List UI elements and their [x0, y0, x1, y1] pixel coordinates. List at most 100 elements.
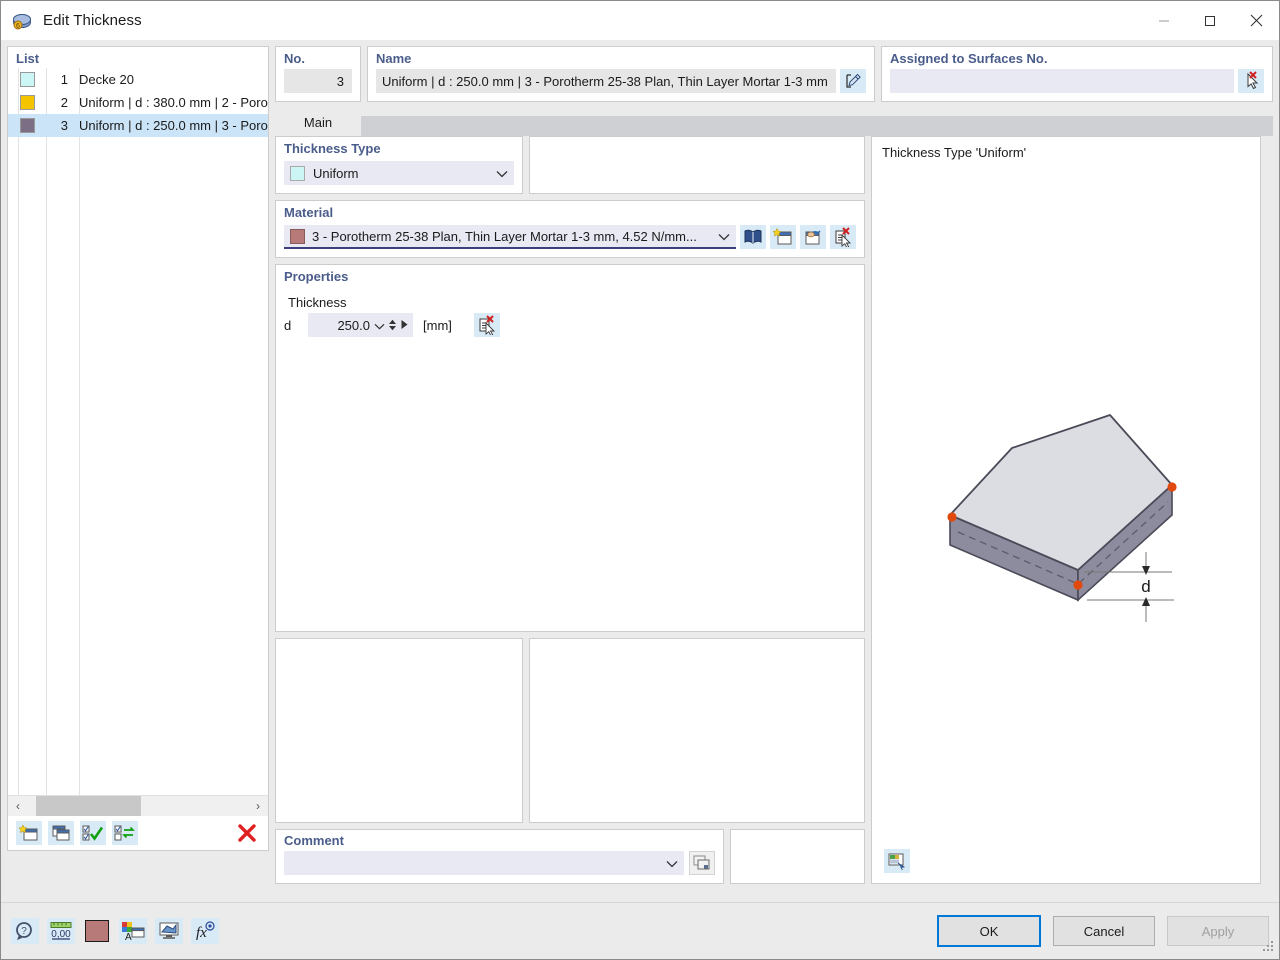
list-body[interactable]: 1 Decke 20 2 Uniform | d : 380.0 mm | 2 … [8, 68, 268, 795]
resize-grip[interactable] [1263, 941, 1275, 956]
scrollbar-thumb[interactable] [36, 796, 141, 816]
edit-pencil-icon[interactable] [840, 69, 866, 93]
thickness-sub-label: Thickness [288, 295, 347, 310]
ok-button[interactable]: OK [937, 915, 1041, 947]
assigned-label: Assigned to Surfaces No. [890, 51, 1048, 66]
footer-bar: ? 0,00 A fx OK Cancel Apply [1, 902, 1279, 959]
visual-button[interactable] [155, 918, 183, 944]
list-toolbar [8, 816, 268, 850]
footer-icon-group: ? 0,00 A fx [11, 918, 219, 944]
dialog-body: List 1 Decke 20 2 Uniform | d: 380.0 mm… [1, 40, 1279, 902]
list-item-number: 1 [60, 72, 68, 87]
chevron-down-icon[interactable] [496, 166, 508, 181]
delete-thickness-button[interactable] [234, 821, 260, 845]
new-thickness-button[interactable] [16, 821, 42, 845]
dialog-button-group: OK Cancel Apply [937, 915, 1269, 947]
assigned-surfaces-input[interactable] [890, 69, 1234, 93]
comment-label: Comment [284, 833, 344, 848]
chevron-down-icon[interactable] [374, 318, 385, 333]
comment-input[interactable] [284, 851, 684, 875]
name-input[interactable]: Uniform | d : 250.0 mm | 3 - Porotherm 2… [376, 69, 836, 93]
svg-text:0,00: 0,00 [51, 929, 71, 940]
comment-input-row [284, 851, 715, 875]
preview-canvas[interactable]: d [872, 160, 1260, 839]
edit-thickness-dialog: 6 Edit Thickness List 1 Decke 20 2 Unifo… [0, 0, 1280, 960]
color-swatch [20, 72, 35, 87]
right-column: No. 3 Name Uniform | d : 250.0 mm | 3 - … [275, 46, 1273, 884]
display-properties-button[interactable]: A [119, 918, 147, 944]
color-swatch [20, 118, 35, 133]
chevron-down-icon[interactable] [718, 229, 730, 244]
list-horizontal-scrollbar[interactable]: ‹ › [8, 795, 268, 816]
preview-caption: Thickness Type 'Uniform' [882, 145, 1027, 160]
material-value: 3 - Porotherm 25-38 Plan, Thin Layer Mor… [312, 228, 697, 244]
thickness-unit: [mm] [423, 317, 452, 333]
function-button[interactable]: fx [191, 918, 219, 944]
left-content: Thickness Type Uniform Material 3 - Poro… [275, 136, 865, 884]
edit-material-button[interactable] [800, 225, 826, 249]
thickness-info-button[interactable] [473, 313, 500, 337]
material-info-button[interactable] [830, 225, 856, 249]
play-arrow-icon[interactable] [400, 318, 409, 333]
cancel-button[interactable]: Cancel [1053, 916, 1155, 946]
spinner-arrows[interactable] [388, 319, 397, 331]
units-button[interactable]: 0,00 [47, 918, 75, 944]
assigned-field-group: Assigned to Surfaces No. [881, 46, 1273, 102]
select-all-button[interactable] [80, 821, 106, 845]
list-item[interactable]: 2 Uniform | d : 380.0 mm | 2 - Porothe [8, 91, 268, 114]
thickness-type-label: Thickness Type [284, 141, 381, 156]
chevron-down-icon[interactable] [666, 856, 678, 871]
tab-main-label: Main [303, 114, 333, 130]
comment-copy-button[interactable] [689, 851, 715, 875]
tab-main[interactable]: Main [275, 108, 361, 136]
help-button[interactable]: ? [11, 918, 39, 944]
thickness-type-group: Thickness Type Uniform [275, 136, 523, 194]
blank-panel-right [529, 638, 865, 823]
list-item-number: 3 [60, 118, 68, 133]
close-button[interactable] [1233, 2, 1279, 40]
title-bar: 6 Edit Thickness [1, 1, 1279, 40]
properties-label: Properties [284, 269, 349, 284]
preview-panel: Thickness Type 'Uniform' d [871, 136, 1261, 884]
header-row: No. 3 Name Uniform | d : 250.0 mm | 3 - … [275, 46, 1273, 102]
thickness-value: 250.0 [337, 317, 370, 333]
slab-illustration: d [947, 414, 1177, 622]
material-label: Material [284, 205, 334, 220]
material-group: Material 3 - Porotherm 25-38 Plan, Thin … [275, 200, 865, 258]
window-title: Edit Thickness [43, 12, 142, 29]
material-select[interactable]: 3 - Porotherm 25-38 Plan, Thin Layer Mor… [284, 225, 736, 249]
svg-text:6: 6 [16, 23, 20, 30]
scroll-left-arrow[interactable]: ‹ [8, 799, 28, 813]
color-swatch [85, 920, 109, 942]
dimension-label-d: d [1141, 577, 1150, 596]
copy-thickness-button[interactable] [48, 821, 74, 845]
material-library-button[interactable] [740, 225, 766, 249]
maximize-button[interactable] [1187, 2, 1233, 40]
assigned-row [890, 69, 1264, 93]
comment-side-panel [730, 829, 865, 884]
top-row: List 1 Decke 20 2 Uniform | d: 380.0 mm… [1, 40, 1279, 884]
thickness-type-blank-panel [529, 136, 865, 194]
svg-text:fx: fx [196, 925, 207, 941]
list-item[interactable]: 1 Decke 20 [8, 68, 268, 91]
name-field-group: Name Uniform | d : 250.0 mm | 3 - Poroth… [367, 46, 875, 102]
minimize-button[interactable] [1141, 2, 1187, 40]
thickness-type-row: Thickness Type Uniform [275, 136, 865, 194]
pick-cursor-red-x-icon[interactable] [1238, 69, 1264, 93]
thickness-type-value: Uniform [313, 165, 359, 181]
apply-button: Apply [1167, 916, 1269, 946]
scroll-right-arrow[interactable]: › [248, 799, 268, 813]
thickness-input-row: d 250.0 [mm] [284, 313, 856, 337]
new-material-button[interactable] [770, 225, 796, 249]
scrollbar-track[interactable] [28, 796, 248, 816]
comment-group: Comment [275, 829, 724, 884]
image-export-button[interactable] [884, 849, 910, 873]
list-item[interactable]: 3 Uniform | d : 250.0 mm | 3 - Porothe [8, 114, 268, 137]
color-button[interactable] [83, 918, 111, 944]
material-swatch [290, 228, 305, 244]
thickness-value-spinner[interactable]: 250.0 [308, 313, 413, 337]
thickness-type-select[interactable]: Uniform [284, 161, 514, 185]
preview-toolbar [872, 839, 1260, 883]
invert-selection-button[interactable] [112, 821, 138, 845]
list-item-label: Uniform | d : 250.0 mm | 3 - Porothe [79, 118, 268, 133]
